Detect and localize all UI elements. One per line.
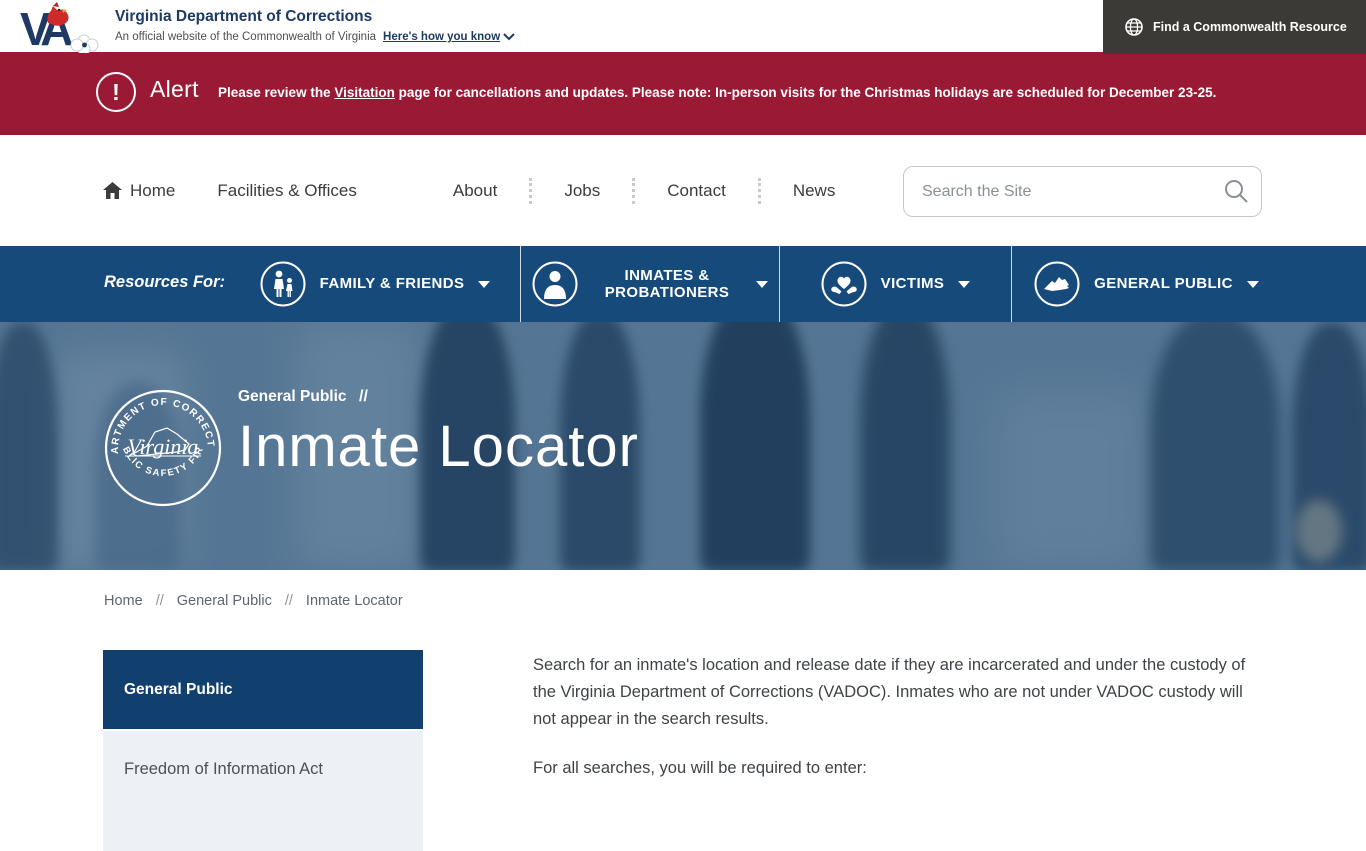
sidebar-item-general-public[interactable]: General Public	[103, 650, 423, 729]
chevron-down-icon	[958, 281, 970, 288]
site-title-block: Virginia Department of Corrections An of…	[115, 8, 515, 43]
nav-separator	[632, 178, 635, 204]
virginia-state-icon	[1034, 261, 1080, 307]
va-logo-icon: VA	[18, 1, 106, 53]
intro-paragraph: Search for an inmate's location and rele…	[533, 652, 1265, 733]
person-icon	[532, 261, 578, 307]
vadoc-logo[interactable]: VA	[18, 1, 106, 58]
alert-banner: ! Alert Please review the Visitation pag…	[0, 52, 1366, 135]
hands-heart-icon	[821, 261, 867, 307]
search-button[interactable]	[1222, 178, 1250, 206]
nav-item-facilities-offices[interactable]: Facilities & Offices	[217, 181, 357, 201]
chevron-down-icon	[1247, 281, 1259, 288]
alert-exclamation-icon: !	[96, 72, 136, 112]
nav-separator	[529, 178, 532, 204]
alert-message: Please review the Visitation page for ca…	[218, 85, 1216, 100]
nav-item-contact[interactable]: Contact	[667, 181, 726, 201]
resources-family-friends-label: FAMILY & FRIENDS	[320, 275, 465, 292]
page-content: Home // General Public // Inmate Locator…	[0, 570, 1366, 768]
nav-item-jobs[interactable]: Jobs	[564, 181, 600, 201]
breadcrumb-separator: //	[156, 593, 164, 609]
resources-inmates-probationers-label: INMATES & PROBATIONERS	[592, 267, 742, 302]
breadcrumb-general-public[interactable]: General Public	[177, 593, 272, 609]
alert-label: Alert	[150, 76, 199, 103]
nav-item-news[interactable]: News	[793, 181, 836, 201]
alert-message-before: Please review the	[218, 85, 334, 100]
resources-general-public-label: GENERAL PUBLIC	[1094, 275, 1233, 292]
site-title: Virginia Department of Corrections	[115, 8, 515, 26]
resources-victims[interactable]: VICTIMS	[779, 246, 1011, 322]
hero-category-link[interactable]: General Public	[238, 388, 347, 406]
main-text-column: Search for an inmate's location and rele…	[533, 652, 1265, 782]
nav-separator	[758, 178, 761, 204]
sidebar-nav: General Public Freedom of Information Ac…	[103, 650, 423, 851]
how-you-know-link[interactable]: Here's how you know	[383, 31, 515, 43]
breadcrumb-separator: //	[285, 593, 293, 609]
home-icon	[103, 182, 122, 199]
chevron-down-icon	[756, 281, 768, 288]
resources-inmates-probationers[interactable]: INMATES & PROBATIONERS	[520, 246, 779, 322]
chevron-down-icon	[503, 33, 515, 41]
resources-general-public[interactable]: GENERAL PUBLIC	[1011, 246, 1281, 322]
resources-bar: Resources For: FAMILY & FRIENDS INMATES …	[0, 246, 1366, 322]
resources-family-friends[interactable]: FAMILY & FRIENDS	[230, 246, 520, 322]
seal-center-text: Virginia	[128, 434, 199, 459]
dogwood-flower-icon	[71, 35, 98, 53]
breadcrumb: Home // General Public // Inmate Locator	[104, 593, 403, 609]
official-website-text: An official website of the Commonwealth …	[115, 31, 376, 43]
alert-message-after: page for cancellations and updates. Plea…	[395, 85, 1217, 100]
resource-button-label: Find a Commonwealth Resource	[1153, 20, 1347, 34]
site-search	[903, 166, 1262, 217]
breadcrumb-home[interactable]: Home	[104, 593, 143, 609]
resources-for-label: Resources For:	[104, 273, 225, 292]
doc-seal-icon: DEPARTMENT OF CORRECTIONS PUBLIC SAFETY …	[103, 388, 223, 508]
visitation-link[interactable]: Visitation	[334, 85, 395, 100]
main-nav: Home Facilities & Offices About Jobs Con…	[0, 135, 1366, 246]
sidebar-item-foia[interactable]: Freedom of Information Act	[103, 731, 423, 851]
nav-item-about[interactable]: About	[453, 181, 497, 201]
page-title: Inmate Locator	[238, 418, 639, 476]
family-icon	[260, 261, 306, 307]
search-icon	[1223, 178, 1249, 204]
find-commonwealth-resource-button[interactable]: Find a Commonwealth Resource	[1103, 0, 1366, 54]
chevron-down-icon	[478, 281, 490, 288]
breadcrumb-current-page: Inmate Locator	[306, 593, 403, 609]
requirements-intro: For all searches, you will be required t…	[533, 755, 1265, 782]
top-header: VA Virginia Department of Corrections An…	[0, 0, 1366, 52]
search-input[interactable]	[903, 166, 1262, 217]
hero-banner: DEPARTMENT OF CORRECTIONS PUBLIC SAFETY …	[0, 322, 1366, 570]
resources-victims-label: VICTIMS	[881, 275, 945, 292]
globe-icon	[1124, 17, 1144, 37]
hero-category-separator: //	[359, 388, 368, 405]
nav-item-home[interactable]: Home	[103, 181, 175, 201]
